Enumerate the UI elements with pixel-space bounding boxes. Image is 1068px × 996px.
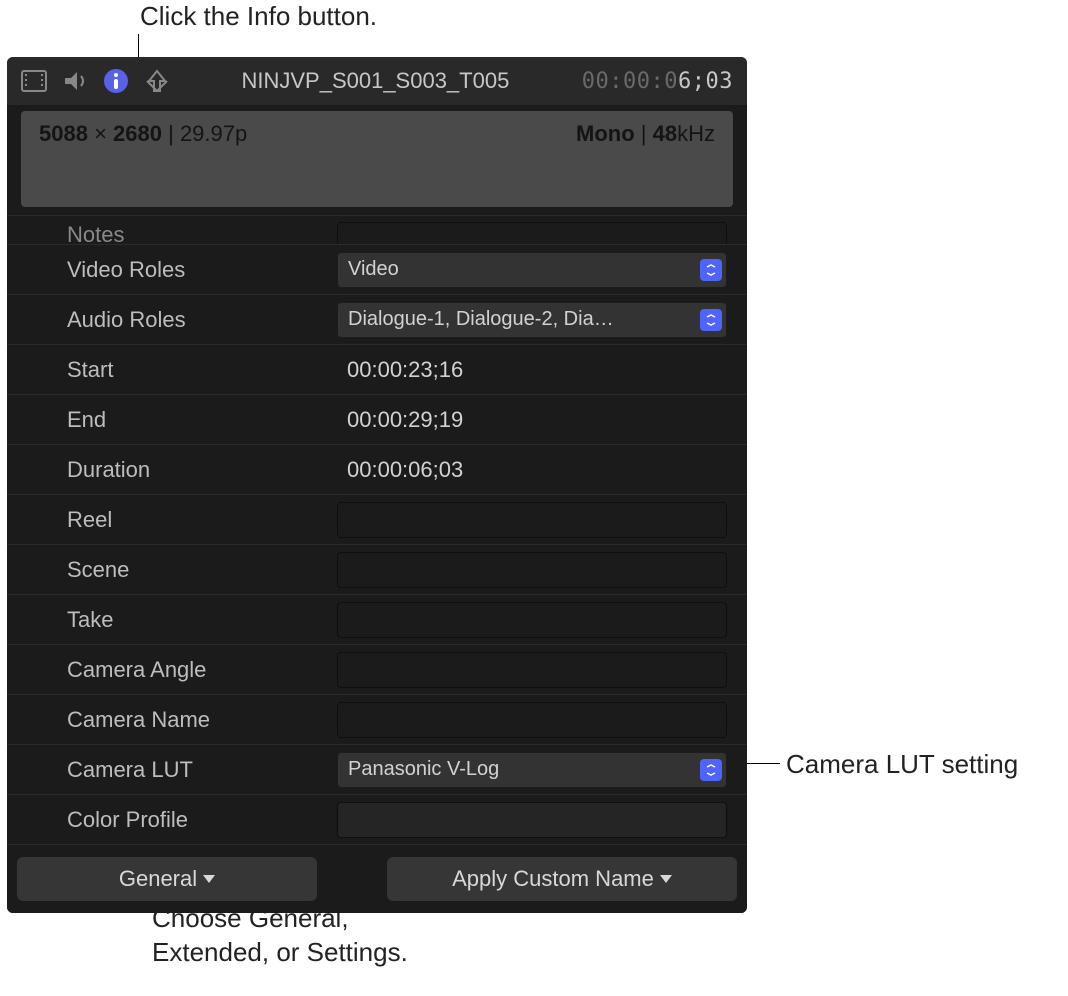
label-end: End [17,407,337,433]
row-video-roles: Video Roles Video [7,245,747,295]
annotation-lut: Camera LUT setting [786,748,1018,782]
value-duration: 00:00:06;03 [337,452,727,488]
value-color-profile [337,802,727,838]
timecode-dim: 00:00:0 [582,69,678,94]
row-camera-lut: Camera LUT Panasonic V-Log [7,745,747,795]
inspector-panel: NINJVP_S001_S003_T005 00:00:06;03 5088 ×… [7,57,747,913]
row-camera-name: Camera Name [7,695,747,745]
select-camera-lut[interactable]: Panasonic V-Log [337,752,727,788]
row-reel: Reel [7,495,747,545]
label-video-roles: Video Roles [17,257,337,283]
chevron-down-icon [700,259,722,281]
label-audio-roles: Audio Roles [17,307,337,333]
metadata-view-menu[interactable]: General [17,857,317,901]
label-notes: Notes [17,222,337,245]
row-take: Take [7,595,747,645]
annotation-info: Click the Info button. [140,0,377,34]
row-scene: Scene [7,545,747,595]
input-camera-angle[interactable] [337,652,727,688]
label-camera-angle: Camera Angle [17,657,337,683]
video-format: 5088 × 2680 | 29.97p [39,121,247,147]
row-start: Start 00:00:23;16 [7,345,747,395]
label-take: Take [17,607,337,633]
label-camera-name: Camera Name [17,707,337,733]
apply-custom-name-menu[interactable]: Apply Custom Name [387,857,737,901]
label-start: Start [17,357,337,383]
input-scene[interactable] [337,552,727,588]
label-reel: Reel [17,507,337,533]
row-end: End 00:00:29;19 [7,395,747,445]
inspector-toolbar: NINJVP_S001_S003_T005 00:00:06;03 [7,57,747,105]
row-duration: Duration 00:00:06;03 [7,445,747,495]
row-color-profile: Color Profile [7,795,747,845]
value-end: 00:00:29;19 [337,402,727,438]
chevron-down-icon [700,309,722,331]
share-tab-icon[interactable] [145,69,169,93]
row-audio-roles: Audio Roles Dialogue-1, Dialogue-2, Dia… [7,295,747,345]
info-tab-icon[interactable] [103,68,129,94]
input-camera-name[interactable] [337,702,727,738]
value-start: 00:00:23;16 [337,352,727,388]
inspector-footer: General Apply Custom Name [7,845,747,913]
row-camera-angle: Camera Angle [7,645,747,695]
chevron-down-icon [700,759,722,781]
clip-timecode: 00:00:06;03 [582,69,733,94]
input-reel[interactable] [337,502,727,538]
clip-title: NINJVP_S001_S003_T005 [185,68,566,94]
input-take[interactable] [337,602,727,638]
audio-tab-icon[interactable] [63,70,87,92]
chevron-down-icon [203,875,215,883]
label-camera-lut: Camera LUT [17,757,337,783]
chevron-down-icon [660,875,672,883]
audio-format: Mono | 48kHz [576,121,715,147]
label-color-profile: Color Profile [17,807,337,833]
label-scene: Scene [17,557,337,583]
input-notes[interactable] [337,222,727,245]
metadata-grid: Notes Video Roles Video Audio Roles Dial… [7,215,747,845]
row-notes: Notes [7,215,747,245]
select-audio-roles[interactable]: Dialogue-1, Dialogue-2, Dia… [337,302,727,338]
timecode-bright: 6;03 [678,69,733,94]
label-duration: Duration [17,457,337,483]
select-video-roles[interactable]: Video [337,252,727,288]
format-summary: 5088 × 2680 | 29.97p Mono | 48kHz [21,111,733,207]
video-tab-icon[interactable] [21,70,47,92]
